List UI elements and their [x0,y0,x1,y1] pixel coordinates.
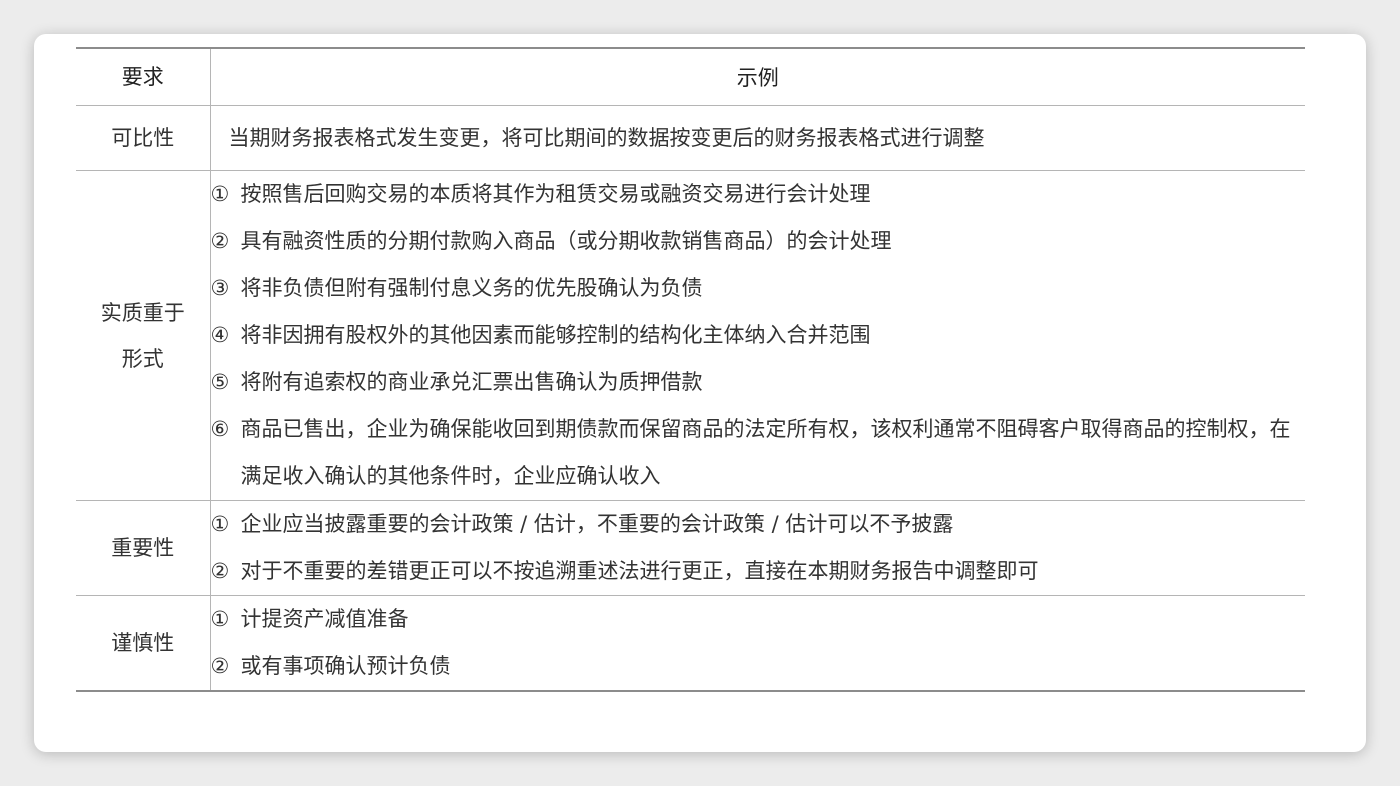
example-text: 计提资产减值准备 [240,607,409,631]
table-header-row: 要求 示例 [76,48,1305,106]
list-item: ① 计提资产减值准备 [211,596,1306,643]
table-row: 重要性 ① 企业应当披露重要的会计政策 / 估计，不重要的会计政策 / 估计可以… [76,500,1305,596]
example-text: 企业应当披露重要的会计政策 / 估计，不重要的会计政策 / 估计可以不予披露 [240,512,954,536]
example-text: 将非因拥有股权外的其他因素而能够控制的结构化主体纳入合并范围 [240,323,871,347]
requirement-cell: 实质重于 形式 [76,170,211,501]
item-marker: ① [210,512,230,536]
example-cell: ① 企业应当披露重要的会计政策 / 估计，不重要的会计政策 / 估计可以不予披露… [210,501,1305,596]
requirement-cell: 重要性 [76,500,211,596]
item-marker: ⑥ [210,417,230,441]
example-text: 当期财务报表格式发生变更，将可比期间的数据按变更后的财务报表格式进行调整 [228,125,985,150]
requirement-line: 实质重于 [100,300,185,325]
item-marker: ① [210,182,230,206]
list-item: ⑤ 将附有追索权的商业承兑汇票出售确认为质押借款 [211,359,1306,406]
example-text: 对于不重要的差错更正可以不按追溯重述法进行更正，直接在本期财务报告中调整即可 [240,559,1039,583]
table-row: 实质重于 形式 ① 按照售后回购交易的本质将其作为租赁交易或融资交易进行会计处理… [76,170,1305,501]
requirement-cell: 可比性 [76,105,211,171]
accounting-requirements-table: 要求 示例 可比性 当期财务报表格式发生变更，将可比期间的数据按变更后的财务报表… [76,47,1305,692]
item-marker: ④ [210,323,230,347]
list-item: ② 具有融资性质的分期付款购入商品（或分期收款销售商品）的会计处理 [211,218,1306,265]
list-item: ② 或有事项确认预计负债 [211,643,1306,690]
requirement-line: 形式 [121,346,164,371]
table-row: 谨慎性 ① 计提资产减值准备 ② 或有事项确认预计负债 [76,595,1305,692]
item-marker: ⑤ [210,370,230,394]
example-text: 商品已售出，企业为确保能收回到期债款而保留商品的法定所有权，该权利通常不阻碍客户… [240,417,1291,488]
example-cell: 当期财务报表格式发生变更，将可比期间的数据按变更后的财务报表格式进行调整 [210,106,1305,171]
example-text: 或有事项确认预计负债 [240,654,451,678]
item-marker: ① [210,607,230,631]
example-cell: ① 计提资产减值准备 ② 或有事项确认预计负债 [210,596,1305,692]
list-item: ③ 将非负债但附有强制付息义务的优先股确认为负债 [211,265,1306,312]
example-text: 按照售后回购交易的本质将其作为租赁交易或融资交易进行会计处理 [240,182,871,206]
item-marker: ② [210,559,230,583]
table-row: 可比性 当期财务报表格式发生变更，将可比期间的数据按变更后的财务报表格式进行调整 [76,105,1305,171]
header-requirement: 要求 [76,48,211,106]
list-item: ⑥ 商品已售出，企业为确保能收回到期债款而保留商品的法定所有权，该权利通常不阻碍… [211,406,1306,500]
list-item: 当期财务报表格式发生变更，将可比期间的数据按变更后的财务报表格式进行调整 [229,115,1306,162]
list-item: ④ 将非因拥有股权外的其他因素而能够控制的结构化主体纳入合并范围 [211,312,1306,359]
example-text: 将附有追索权的商业承兑汇票出售确认为质押借款 [240,370,703,394]
list-item: ① 企业应当披露重要的会计政策 / 估计，不重要的会计政策 / 估计可以不予披露 [211,501,1306,548]
item-marker: ② [210,229,230,253]
example-text: 将非负债但附有强制付息义务的优先股确认为负债 [240,276,703,300]
requirement-cell: 谨慎性 [76,595,211,691]
item-marker: ② [210,654,230,678]
list-item: ② 对于不重要的差错更正可以不按追溯重述法进行更正，直接在本期财务报告中调整即可 [211,548,1306,595]
header-example: 示例 [736,66,779,90]
list-item: ① 按照售后回购交易的本质将其作为租赁交易或融资交易进行会计处理 [211,171,1306,218]
item-marker: ③ [210,276,230,300]
example-cell: ① 按照售后回购交易的本质将其作为租赁交易或融资交易进行会计处理 ② 具有融资性… [210,171,1305,501]
example-text: 具有融资性质的分期付款购入商品（或分期收款销售商品）的会计处理 [240,229,892,253]
content-card: 要求 示例 可比性 当期财务报表格式发生变更，将可比期间的数据按变更后的财务报表… [34,34,1366,752]
